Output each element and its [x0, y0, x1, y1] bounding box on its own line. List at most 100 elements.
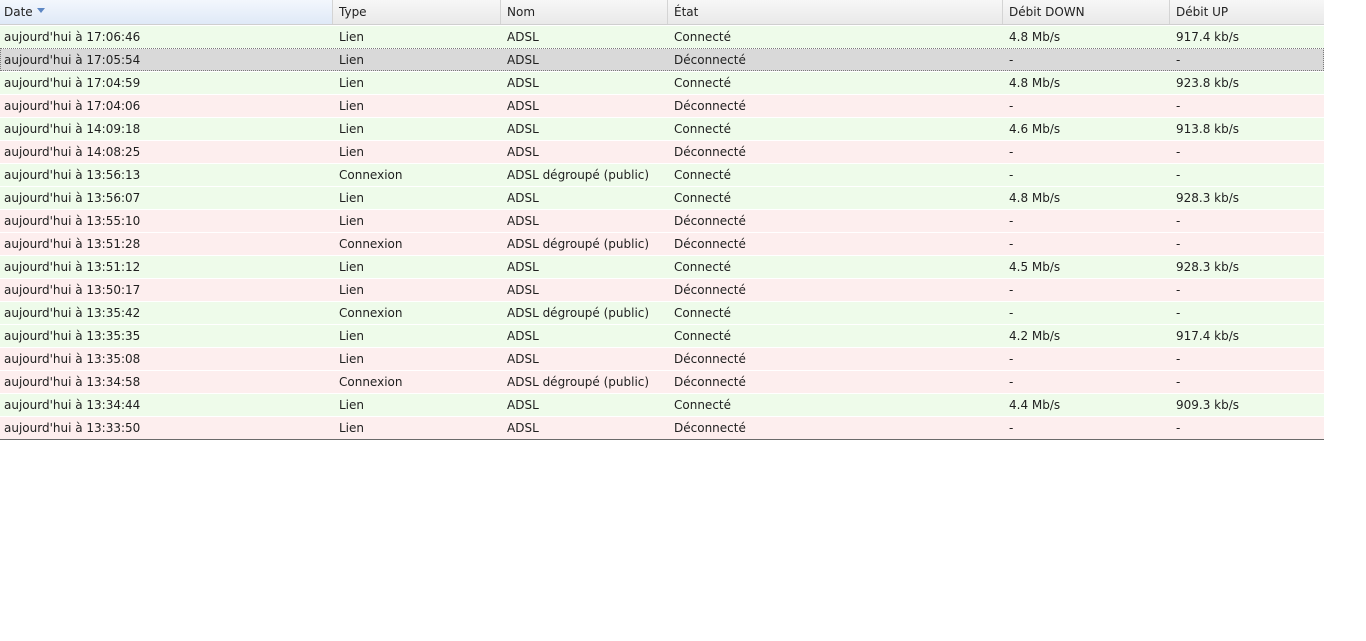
table-row[interactable]: aujourd'hui à 13:51:28 Connexion ADSL dé… [0, 232, 1324, 255]
table-row[interactable]: aujourd'hui à 17:04:06 Lien ADSL Déconne… [0, 94, 1324, 117]
cell-date: aujourd'hui à 17:05:54 [4, 53, 141, 67]
table-row[interactable]: aujourd'hui à 13:33:50 Lien ADSL Déconne… [0, 416, 1324, 439]
cell-debit-up: - [1176, 237, 1181, 251]
column-header-label: Débit DOWN [1009, 5, 1085, 19]
cell-nom: ADSL [507, 329, 539, 343]
table-row[interactable]: aujourd'hui à 13:35:35 Lien ADSL Connect… [0, 324, 1324, 347]
cell-etat: Déconnecté [674, 237, 746, 251]
cell-debit-down: - [1009, 99, 1014, 113]
cell-nom: ADSL [507, 122, 539, 136]
cell-nom: ADSL [507, 30, 539, 44]
cell-nom: ADSL [507, 99, 539, 113]
table-row[interactable]: aujourd'hui à 17:04:59 Lien ADSL Connect… [0, 71, 1324, 94]
table-row[interactable]: aujourd'hui à 13:51:12 Lien ADSL Connect… [0, 255, 1324, 278]
cell-debit-down: 4.8 Mb/s [1009, 191, 1061, 205]
cell-etat: Connecté [674, 398, 731, 412]
cell-date: aujourd'hui à 13:51:12 [4, 260, 141, 274]
cell-nom: ADSL [507, 214, 539, 228]
cell-debit-up: 928.3 kb/s [1176, 191, 1240, 205]
cell-etat: Connecté [674, 76, 731, 90]
cell-etat: Déconnecté [674, 99, 746, 113]
table-row[interactable]: aujourd'hui à 17:05:54 Lien ADSL Déconne… [0, 48, 1324, 71]
cell-debit-up: - [1176, 306, 1181, 320]
cell-debit-up: - [1176, 168, 1181, 182]
cell-debit-down: 4.8 Mb/s [1009, 76, 1061, 90]
column-header-nom[interactable]: Nom [501, 0, 668, 24]
cell-etat: Connecté [674, 260, 731, 274]
cell-type: Connexion [339, 306, 403, 320]
cell-date: aujourd'hui à 13:51:28 [4, 237, 141, 251]
cell-debit-down: - [1009, 145, 1014, 159]
cell-date: aujourd'hui à 13:34:44 [4, 398, 141, 412]
cell-nom: ADSL [507, 398, 539, 412]
column-header-label: Type [339, 5, 367, 19]
cell-debit-up: - [1176, 99, 1181, 113]
cell-type: Lien [339, 214, 365, 228]
cell-debit-up: - [1176, 214, 1181, 228]
column-header-debit-down[interactable]: Débit DOWN [1003, 0, 1170, 24]
cell-etat: Déconnecté [674, 352, 746, 366]
cell-date: aujourd'hui à 13:55:10 [4, 214, 141, 228]
table-row[interactable]: aujourd'hui à 17:06:46 Lien ADSL Connect… [0, 25, 1324, 48]
cell-etat: Déconnecté [674, 375, 746, 389]
cell-etat: Connecté [674, 329, 731, 343]
grid-body: aujourd'hui à 17:06:46 Lien ADSL Connect… [0, 25, 1324, 439]
cell-debit-up: 913.8 kb/s [1176, 122, 1240, 136]
cell-nom: ADSL [507, 76, 539, 90]
cell-nom: ADSL [507, 260, 539, 274]
cell-etat: Connecté [674, 168, 731, 182]
cell-type: Connexion [339, 237, 403, 251]
table-row[interactable]: aujourd'hui à 14:09:18 Lien ADSL Connect… [0, 117, 1324, 140]
cell-date: aujourd'hui à 14:09:18 [4, 122, 141, 136]
column-header-type[interactable]: Type [333, 0, 501, 24]
cell-debit-down: 4.4 Mb/s [1009, 398, 1061, 412]
cell-etat: Connecté [674, 191, 731, 205]
cell-type: Connexion [339, 168, 403, 182]
table-row[interactable]: aujourd'hui à 13:34:44 Lien ADSL Connect… [0, 393, 1324, 416]
cell-type: Connexion [339, 375, 403, 389]
column-header-label: Débit UP [1176, 5, 1229, 19]
cell-debit-down: - [1009, 306, 1014, 320]
grid-header: Date Type Nom État Débit DOWN Débit UP [0, 0, 1324, 25]
cell-type: Lien [339, 122, 365, 136]
column-header-label: Date [4, 5, 33, 19]
cell-nom: ADSL dégroupé (public) [507, 375, 650, 389]
cell-debit-up: 923.8 kb/s [1176, 76, 1240, 90]
cell-etat: Déconnecté [674, 421, 746, 435]
cell-debit-up: - [1176, 421, 1181, 435]
cell-debit-up: 917.4 kb/s [1176, 30, 1240, 44]
cell-etat: Connecté [674, 122, 731, 136]
table-row[interactable]: aujourd'hui à 13:50:17 Lien ADSL Déconne… [0, 278, 1324, 301]
cell-debit-down: - [1009, 168, 1014, 182]
cell-debit-down: - [1009, 352, 1014, 366]
cell-debit-down: - [1009, 53, 1014, 67]
cell-etat: Déconnecté [674, 283, 746, 297]
table-row[interactable]: aujourd'hui à 13:35:08 Lien ADSL Déconne… [0, 347, 1324, 370]
cell-debit-down: - [1009, 283, 1014, 297]
cell-debit-down: - [1009, 375, 1014, 389]
cell-debit-up: - [1176, 283, 1181, 297]
cell-date: aujourd'hui à 13:35:08 [4, 352, 141, 366]
table-row[interactable]: aujourd'hui à 13:34:58 Connexion ADSL dé… [0, 370, 1324, 393]
cell-type: Lien [339, 30, 365, 44]
cell-date: aujourd'hui à 13:35:35 [4, 329, 141, 343]
table-row[interactable]: aujourd'hui à 13:35:42 Connexion ADSL dé… [0, 301, 1324, 324]
cell-debit-down: - [1009, 421, 1014, 435]
table-row[interactable]: aujourd'hui à 13:56:13 Connexion ADSL dé… [0, 163, 1324, 186]
cell-etat: Connecté [674, 306, 731, 320]
cell-debit-up: - [1176, 53, 1181, 67]
column-header-etat[interactable]: État [668, 0, 1003, 24]
cell-type: Lien [339, 191, 365, 205]
column-header-debit-up[interactable]: Débit UP [1170, 0, 1324, 24]
table-row[interactable]: aujourd'hui à 13:55:10 Lien ADSL Déconne… [0, 209, 1324, 232]
cell-nom: ADSL dégroupé (public) [507, 237, 650, 251]
cell-type: Lien [339, 145, 365, 159]
cell-debit-down: - [1009, 214, 1014, 228]
cell-debit-down: 4.2 Mb/s [1009, 329, 1061, 343]
table-row[interactable]: aujourd'hui à 14:08:25 Lien ADSL Déconne… [0, 140, 1324, 163]
table-row[interactable]: aujourd'hui à 13:56:07 Lien ADSL Connect… [0, 186, 1324, 209]
cell-date: aujourd'hui à 17:06:46 [4, 30, 141, 44]
column-header-date[interactable]: Date [0, 0, 333, 24]
connection-log-grid: Date Type Nom État Débit DOWN Débit UP a… [0, 0, 1324, 440]
cell-nom: ADSL [507, 53, 539, 67]
